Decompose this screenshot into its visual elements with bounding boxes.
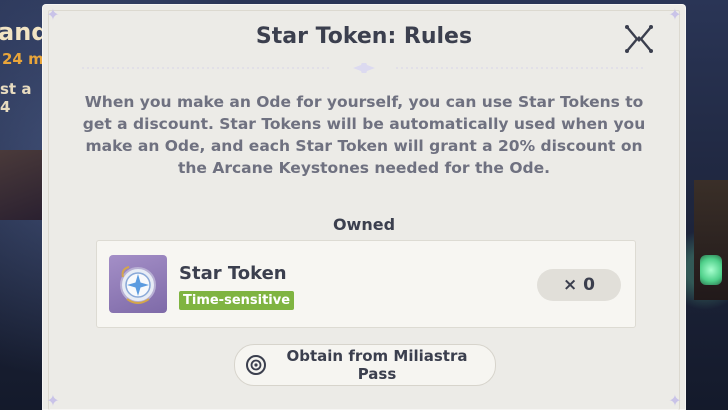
- background-text-2: 24 m: [2, 50, 44, 68]
- background-roof: [0, 150, 44, 220]
- rules-description: When you make an Ode for yourself, you c…: [82, 93, 646, 177]
- background-text-1: and: [0, 18, 44, 46]
- background-lamp-glow: [700, 255, 722, 285]
- owned-item-card: Star Token Time-sensitive × 0: [96, 240, 636, 328]
- rules-dialog: ✦ ✦ ✦ ✦ Star Token: Rules When you make …: [42, 4, 686, 410]
- corner-sparkle-icon: ✦: [668, 5, 682, 24]
- corner-sparkle-icon: ✦: [46, 5, 60, 24]
- dialog-title: Star Token: Rules: [255, 24, 473, 49]
- close-button[interactable]: [622, 22, 656, 56]
- close-icon: [625, 25, 653, 53]
- star-token-icon: [109, 255, 167, 313]
- corner-sparkle-icon: ✦: [46, 391, 60, 410]
- item-name: Star Token: [179, 263, 287, 284]
- obtain-button-label: Obtain from Miliastra Pass: [286, 347, 468, 383]
- owned-heading: Owned: [332, 215, 396, 234]
- title-divider-ornament: [82, 63, 646, 73]
- item-count: × 0: [537, 269, 621, 301]
- pass-icon: [246, 355, 266, 375]
- background-text-3: st a 4: [0, 80, 32, 116]
- time-sensitive-badge: Time-sensitive: [179, 291, 295, 310]
- corner-sparkle-icon: ✦: [668, 391, 682, 410]
- obtain-from-pass-button[interactable]: Obtain from Miliastra Pass: [234, 344, 496, 386]
